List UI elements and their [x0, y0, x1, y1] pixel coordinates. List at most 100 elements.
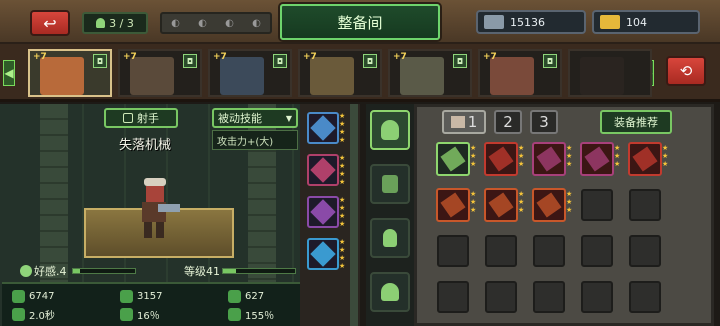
hero-name: 失落机械: [118, 138, 171, 153]
tab-label: 1: [467, 113, 478, 131]
crit-damage-stat: 155％: [228, 305, 274, 323]
category-affection[interactable]: [370, 272, 410, 312]
heart-icon: [12, 289, 25, 303]
hero-portrait: [490, 57, 534, 95]
team-count-text: 3 / 3: [109, 16, 134, 30]
inventory-item[interactable]: [532, 188, 566, 222]
role-icon: ◘: [543, 54, 557, 68]
scroll-left-arrow-icon[interactable]: ◀: [3, 60, 15, 86]
inventory-item[interactable]: [484, 188, 518, 222]
empty-inventory-slot: [581, 281, 613, 313]
inventory-item[interactable]: [484, 142, 518, 176]
swap-hero-button[interactable]: ⟲: [666, 56, 706, 86]
rarity-stars-icon: ★ ★ ★ ★: [339, 154, 346, 186]
hero-portrait: [40, 57, 84, 95]
equipment-icon: [310, 115, 336, 141]
inventory-item[interactable]: [580, 142, 614, 176]
level-bar: [222, 268, 296, 274]
page-title: 整备间: [280, 4, 440, 40]
equipment-icon: [488, 146, 514, 172]
chest-icon: [450, 116, 465, 128]
formation-slots[interactable]: ◐ ◐ ◐ ◐: [160, 12, 272, 34]
favor-bar: [72, 268, 136, 274]
empty-inventory-slot: [629, 189, 661, 221]
category-skills[interactable]: [370, 218, 410, 258]
rarity-stars-icon: ★ ★ ★ ★: [339, 196, 346, 228]
slot-dot-icon: ◐: [198, 17, 207, 29]
equipment-icon: [488, 192, 514, 218]
equipped-item-slot[interactable]: [307, 238, 339, 270]
skill-dropdown[interactable]: 被动技能 ▼: [212, 108, 298, 128]
hero-class-label: 射手: [137, 112, 159, 125]
inventory-item[interactable]: [628, 142, 662, 176]
hero-card[interactable]: +7 ◘: [388, 49, 472, 97]
hero-star-level: +7: [213, 52, 227, 62]
hero-portrait: [400, 57, 444, 95]
leg-shape: [156, 222, 164, 238]
equipment-icon: [632, 146, 658, 172]
category-gear[interactable]: [370, 164, 410, 204]
chevron-down-icon: ▼: [285, 113, 292, 123]
inventory-tab-3[interactable]: 3: [530, 110, 558, 134]
inventory-item[interactable]: [436, 142, 470, 176]
hero-card[interactable]: +7 ◘: [118, 49, 202, 97]
role-icon: ◘: [183, 54, 197, 68]
rarity-stars-icon: ★ ★ ★: [470, 144, 477, 168]
hat-shape: [144, 178, 166, 186]
hero-card[interactable]: +7 ◘: [298, 49, 382, 97]
hero-portrait: [130, 57, 174, 95]
team-count-badge: 3 / 3: [82, 12, 148, 34]
rarity-stars-icon: ★ ★ ★: [518, 190, 525, 214]
rarity-stars-icon: ★ ★ ★: [662, 144, 669, 168]
gun-shape: [158, 204, 180, 212]
hero-card[interactable]: [568, 49, 652, 97]
crit-value: 16％: [137, 310, 160, 322]
equipped-item-slot[interactable]: [307, 154, 339, 186]
hero-card[interactable]: +7 ◘: [478, 49, 562, 97]
back-button[interactable]: ↩: [30, 10, 70, 36]
hero-class-tag: 射手: [104, 108, 178, 128]
equip-rail: [350, 104, 358, 326]
fist-icon: [120, 289, 133, 303]
target-icon: [120, 307, 133, 321]
crit-damage-value: 155％: [245, 310, 275, 322]
hero-star-level: +7: [33, 52, 47, 62]
person-icon: [96, 18, 106, 28]
equipment-icon: [310, 199, 336, 225]
rarity-stars-icon: ★ ★ ★ ★: [339, 112, 346, 144]
inventory-item[interactable]: [532, 142, 566, 176]
crown-icon: [228, 307, 241, 321]
hp-value: 6747: [29, 290, 55, 302]
attack-value: 3157: [137, 290, 163, 302]
hero-star-level: +7: [123, 52, 137, 62]
hero-portrait: [220, 57, 264, 95]
hero-card[interactable]: +7 ◘: [208, 49, 292, 97]
empty-inventory-slot: [629, 235, 661, 267]
boot-icon: [12, 307, 25, 321]
class-icon: [123, 113, 133, 123]
equipment-icon: [310, 157, 336, 183]
recommend-button[interactable]: 装备推荐: [600, 110, 672, 134]
defense-value: 627: [245, 290, 265, 302]
inventory-item[interactable]: [436, 188, 470, 222]
equipment-icon: [440, 192, 466, 218]
equipped-item-slot[interactable]: [307, 196, 339, 228]
shield-icon: [228, 289, 241, 303]
level-label: 等级41: [184, 265, 220, 278]
gold-counter: 104: [592, 10, 700, 34]
category-equipment[interactable]: [370, 110, 410, 150]
gem-bag-icon: [484, 15, 504, 29]
person-heart-icon: [381, 283, 399, 301]
role-icon: ◘: [453, 54, 467, 68]
favor-label: 好感.4: [34, 265, 67, 278]
gems-counter: 15136: [476, 10, 586, 34]
inventory-tab-2[interactable]: 2: [494, 110, 522, 134]
hero-card[interactable]: +7 ◘: [28, 49, 112, 97]
wall-panel: [40, 104, 68, 284]
role-icon: ◘: [363, 54, 377, 68]
inventory-tab-1[interactable]: 1: [442, 110, 486, 134]
rarity-stars-icon: ★ ★ ★: [614, 144, 621, 168]
equipped-item-slot[interactable]: [307, 112, 339, 144]
backpack-icon: [382, 175, 398, 193]
empty-inventory-slot: [533, 235, 565, 267]
